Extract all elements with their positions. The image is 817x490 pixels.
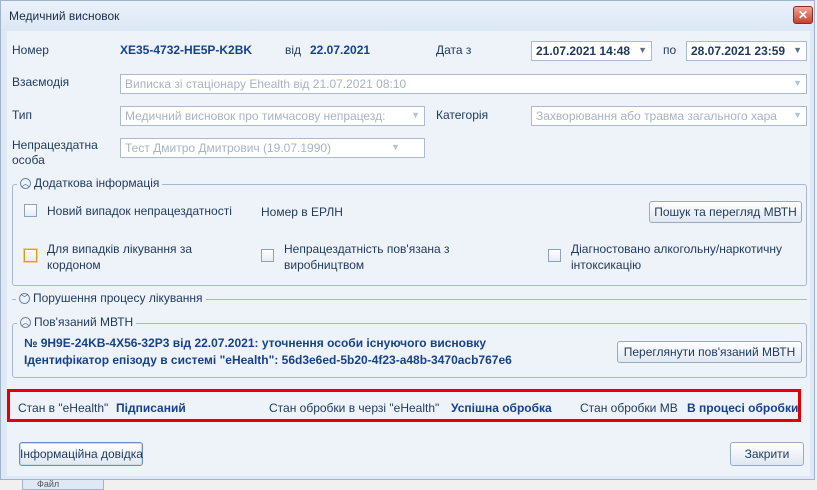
title-bar: Медичний висновок ✕ [1, 1, 814, 31]
info-certificate-button[interactable]: Інформаційна довідка [19, 442, 143, 466]
related-mvtn-group: ︿ Пов'язаний МВТН № 9H9E-24KB-4X56-32P3 в… [12, 315, 807, 378]
alcohol-intoxication-label: Діагностовано алкогольну/наркотичну інто… [571, 242, 783, 272]
mv-status-label: Стан обробки МВ [580, 401, 678, 415]
close-icon: ✕ [797, 8, 809, 22]
person-select[interactable]: Тест Дмитро Дмитрович (19.07.1990) ▼ [120, 138, 425, 158]
close-window-button[interactable]: ✕ [793, 6, 813, 24]
date-to-label: по [663, 43, 677, 57]
from-label: від [285, 43, 302, 57]
person-label: Непрацездатна особа [12, 138, 98, 167]
abroad-treatment-label: Для випадків лікування за кордоном [47, 242, 193, 272]
window-title: Медичний висновок [9, 9, 120, 23]
chevron-down-icon: ▼ [793, 78, 802, 88]
chevron-down-icon: ▼ [638, 45, 647, 55]
queue-status-label: Стан обробки в черзі "eHealth" [269, 401, 440, 415]
related-mvtn-number: № 9H9E-24KB-4X56-32P3 від 22.07.2021: ут… [24, 336, 487, 350]
new-case-label: Новий випадок непрацездатності [47, 204, 232, 218]
number-label: Номер [12, 43, 49, 57]
related-episode-id: Ідентифікатор епізоду в системі "eHealth… [24, 353, 512, 367]
collapse-icon: ︿ [20, 316, 31, 328]
treatment-violation-header[interactable]: ﹀ Порушення процесу лікування [16, 291, 206, 305]
close-button[interactable]: Закрити [730, 442, 804, 466]
queue-status-value: Успішна обробка [451, 401, 552, 415]
view-related-mvtn-button[interactable]: Переглянути пов'язаний МВТН [617, 341, 802, 363]
additional-info-header[interactable]: ︿ Додаткова інформація [17, 176, 163, 190]
date-from-label: Дата з [436, 43, 472, 57]
ehealth-status-value: Підписаний [116, 401, 186, 415]
chevron-down-icon: ▼ [793, 110, 802, 120]
category-select[interactable]: Захворювання або травма загального хара ▼ [531, 106, 807, 126]
related-mvtn-header[interactable]: ︿ Пов'язаний МВТН [17, 315, 137, 329]
treatment-violation-group: ﹀ Порушення процесу лікування [12, 291, 807, 311]
ehealth-status-label: Стан в "eHealth" [18, 401, 109, 415]
from-date-value: 22.07.2021 [310, 43, 371, 57]
additional-info-group: ︿ Додаткова інформація Новий випадок непр… [12, 176, 807, 286]
abroad-treatment-checkbox[interactable] [24, 249, 37, 262]
dialog-body: Номер XE35-4732-HE5P-K2BK від 22.07.2021… [7, 31, 810, 476]
date-from-picker[interactable]: 21.07.2021 14:48 ▼ [531, 41, 652, 61]
date-to-picker[interactable]: 28.07.2021 23:59 ▼ [686, 41, 807, 61]
collapse-icon: ︿ [20, 177, 31, 189]
number-value: XE35-4732-HE5P-K2BK [120, 43, 253, 57]
chevron-down-icon: ▼ [793, 45, 802, 55]
production-related-label: Непрацездатність пов'язана з виробництво… [284, 242, 450, 272]
medical-report-dialog: Медичний висновок ✕ Номер XE35-4732-HE5P… [0, 0, 815, 480]
mv-status-value: В процесі обробки [687, 401, 799, 415]
alcohol-intoxication-checkbox[interactable] [548, 249, 561, 262]
type-label: Тип [12, 108, 33, 122]
interaction-label: Взаємодія [12, 75, 70, 89]
production-related-checkbox[interactable] [261, 249, 274, 262]
expand-icon: ﹀ [19, 292, 30, 304]
interaction-select[interactable]: Виписка зі стаціонару Ehealth від 21.07.… [120, 74, 807, 94]
search-mvtn-button[interactable]: Пошук та перегляд МВТН [649, 201, 802, 223]
erln-number-label: Номер в ЕРЛН [261, 205, 343, 219]
chevron-down-icon: ▼ [411, 110, 420, 120]
chevron-down-icon: ▼ [391, 142, 400, 152]
new-case-checkbox[interactable] [24, 204, 37, 217]
category-label: Категорія [436, 108, 489, 122]
type-select[interactable]: Медичний висновок про тимчасову непрацез… [120, 106, 425, 126]
